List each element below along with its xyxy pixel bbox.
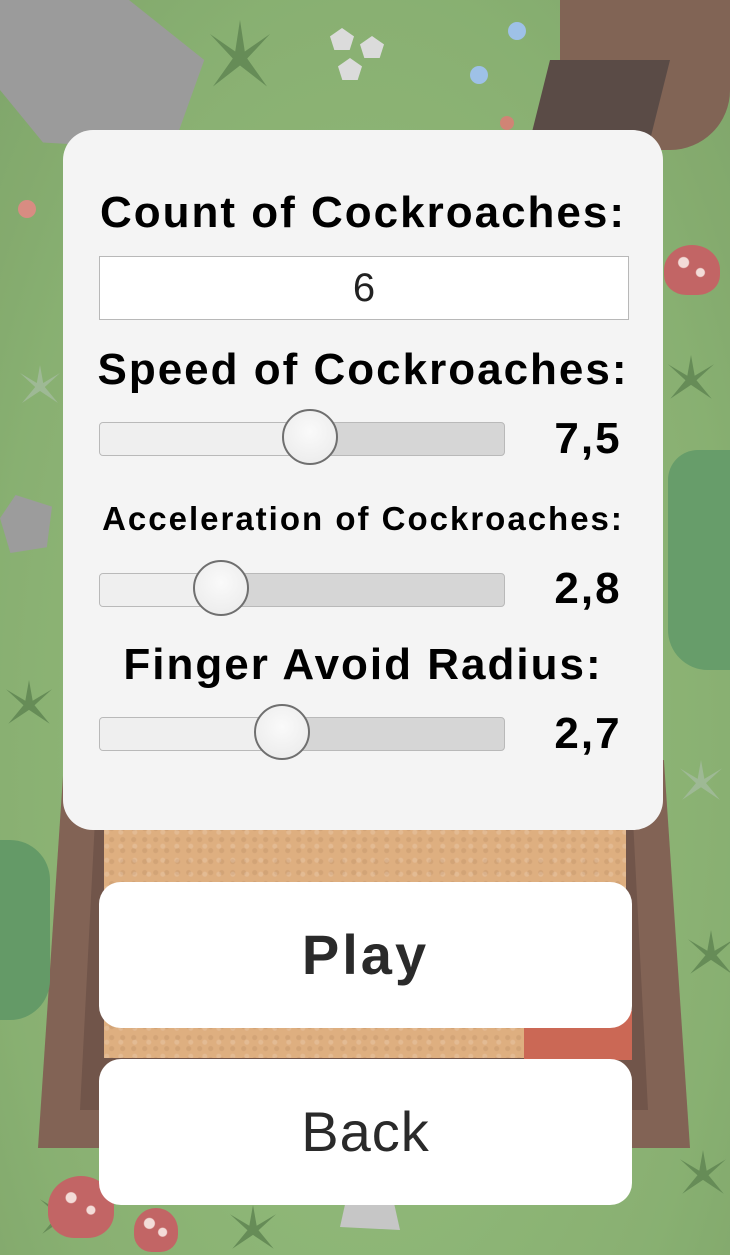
speed-value: 7,5 xyxy=(554,414,622,463)
back-button[interactable]: Back xyxy=(99,1059,632,1205)
finger-radius-slider[interactable] xyxy=(99,704,505,760)
slider-fill xyxy=(100,423,311,455)
finger-radius-value: 2,7 xyxy=(554,709,622,758)
settings-panel: Count of Cockroaches: 6 Speed of Cockroa… xyxy=(63,130,663,830)
play-button[interactable]: Play xyxy=(99,882,632,1028)
finger-radius-label: Finger Avoid Radius: xyxy=(123,640,603,689)
speed-slider[interactable] xyxy=(99,409,505,465)
slider-handle[interactable] xyxy=(253,704,310,760)
slider-handle[interactable] xyxy=(192,560,249,616)
acceleration-label: Acceleration of Cockroaches: xyxy=(102,500,624,537)
acceleration-slider[interactable] xyxy=(99,560,505,616)
slider-handle[interactable] xyxy=(282,409,339,465)
count-label: Count of Cockroaches: xyxy=(99,188,627,237)
cockroach-count-input[interactable]: 6 xyxy=(99,256,629,320)
slider-track[interactable] xyxy=(99,573,505,607)
speed-label: Speed of Cockroaches: xyxy=(97,345,629,394)
acceleration-value: 2,8 xyxy=(554,564,622,613)
game-screen: Count of Cockroaches: 6 Speed of Cockroa… xyxy=(0,0,730,1255)
